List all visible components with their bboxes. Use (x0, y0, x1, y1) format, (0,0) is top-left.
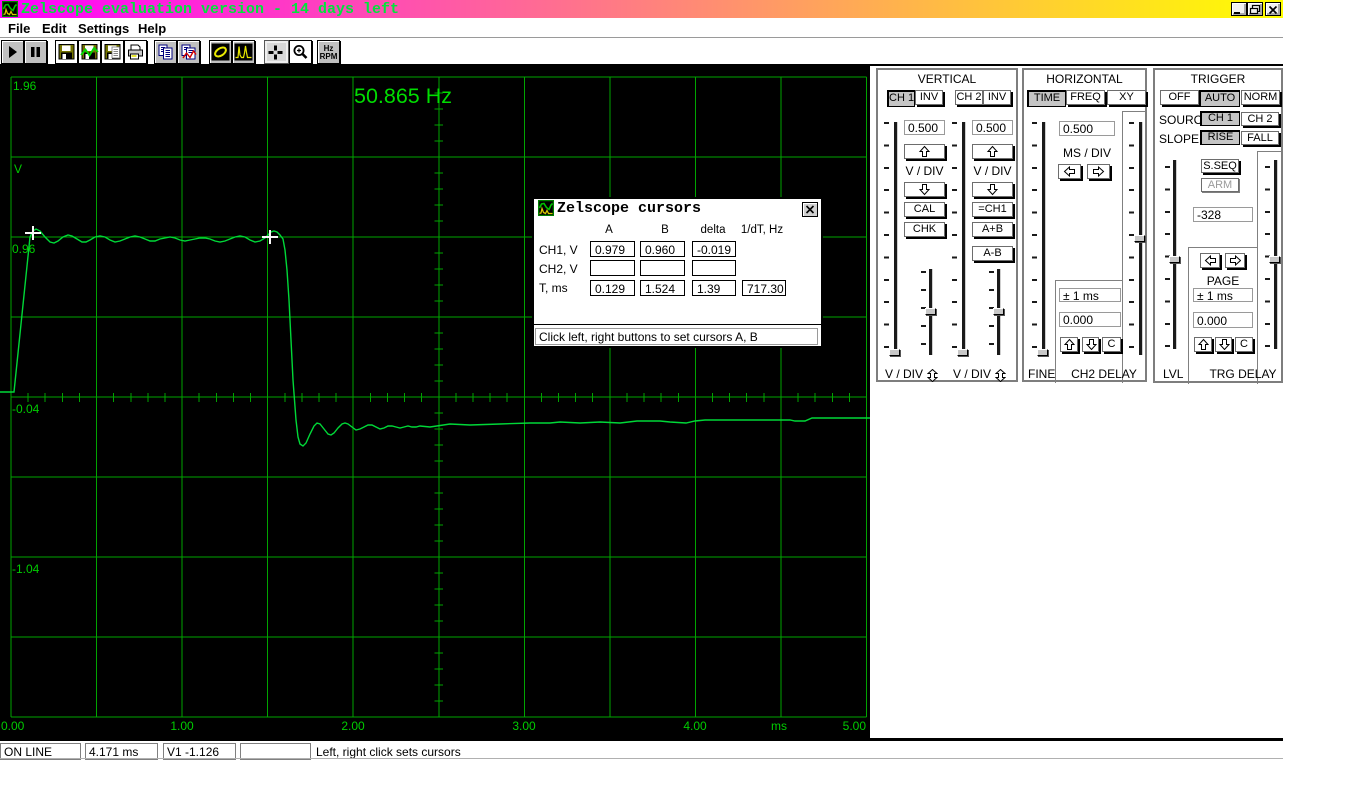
svg-text:0.00: 0.00 (1, 719, 25, 733)
svg-text:-0.04: -0.04 (12, 402, 40, 416)
svg-text:50.865 Hz: 50.865 Hz (354, 84, 452, 108)
svg-text:3.00: 3.00 (512, 719, 536, 733)
svg-text:V: V (14, 162, 22, 176)
svg-text:2.00: 2.00 (341, 719, 365, 733)
svg-text:ms: ms (771, 719, 787, 733)
svg-text:RPM: RPM (320, 52, 338, 61)
svg-text:4.00: 4.00 (683, 719, 707, 733)
svg-text:5.00: 5.00 (843, 719, 867, 733)
svg-text:1.00: 1.00 (170, 719, 194, 733)
svg-text:1.96: 1.96 (13, 79, 37, 93)
svg-text:0.96: 0.96 (12, 242, 36, 256)
svg-text:-1.04: -1.04 (12, 562, 40, 576)
